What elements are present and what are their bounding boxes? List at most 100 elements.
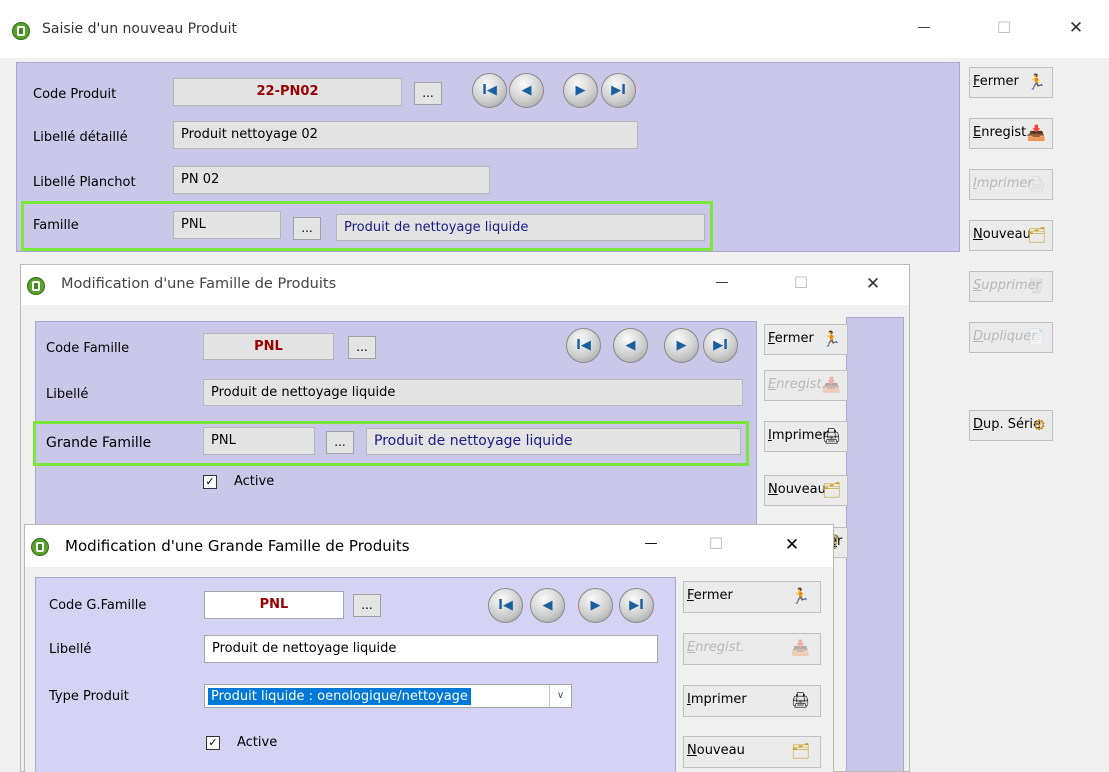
printer-icon: 🖨 — [821, 427, 841, 445]
new-folder-icon: 🗂 — [790, 742, 810, 760]
libelle-planchot-field[interactable]: PN 02 — [173, 166, 490, 194]
fermer-label: Fermer — [973, 74, 1019, 89]
nav-prev-button[interactable]: ◀ — [613, 328, 648, 363]
app-icon — [12, 22, 30, 40]
nav-next-button[interactable]: ▶ — [563, 73, 598, 108]
type-produit-selected-value: Produit liquide : oenologique/nettoyage — [208, 688, 471, 705]
libelle-field[interactable]: Produit de nettoyage liquide — [203, 379, 743, 406]
close-button[interactable]: ✕ — [774, 535, 810, 555]
new-folder-icon: 🗂 — [821, 481, 841, 499]
libelle-planchot-label: Libellé Planchot — [33, 175, 136, 190]
nouveau-button[interactable]: Nouveau 🗂 — [764, 475, 848, 506]
minimize-button[interactable]: — — [906, 20, 942, 35]
grande-famille-label: Grande Famille — [46, 435, 152, 451]
window-title: Modification d'une Grande Famille de Pro… — [65, 537, 410, 555]
active-label: Active — [237, 735, 278, 750]
window-title: Modification d'une Famille de Produits — [61, 276, 337, 292]
code-gfamille-field[interactable]: PNL — [204, 591, 344, 619]
save-tray-icon: 📥 — [791, 639, 810, 657]
nav-next-button[interactable]: ▶ — [578, 588, 613, 623]
nav-first-button[interactable]: I◀ — [488, 588, 523, 623]
chevron-down-icon[interactable]: ∨ — [549, 685, 571, 707]
dup-serie-label: Dup. Série — [973, 417, 1041, 432]
new-folder-icon: 🗂 — [1026, 226, 1046, 244]
titlebar: Modification d'une Grande Famille de Pro… — [25, 525, 833, 567]
minimize-button[interactable]: — — [633, 536, 669, 551]
code-produit-label: Code Produit — [33, 87, 117, 102]
delete-icon: 🗑 — [1026, 277, 1046, 295]
type-produit-select[interactable]: Produit liquide : oenologique/nettoyage … — [204, 684, 572, 708]
maximize-button[interactable]: ☐ — [698, 534, 734, 553]
code-gfamille-label: Code G.Famille — [49, 598, 147, 613]
fermer-label: Fermer — [687, 588, 733, 603]
imprimer-label: Imprimer — [768, 428, 828, 443]
nouveau-label: Nouveau — [768, 482, 826, 497]
nav-prev-button[interactable]: ◀ — [530, 588, 565, 623]
enregist-label: Enregist. — [687, 640, 745, 655]
maximize-button[interactable]: ☐ — [783, 273, 819, 292]
nav-next-button[interactable]: ▶ — [664, 328, 699, 363]
enregist-button[interactable]: Enregist. 📥 — [969, 118, 1053, 149]
grande-famille-code-field[interactable]: PNL — [203, 427, 315, 455]
libelle-detaille-label: Libellé détaillé — [33, 130, 128, 145]
code-gfamille-lookup-button[interactable]: ... — [353, 594, 381, 617]
famille-desc-field: Produit de nettoyage liquide — [336, 214, 705, 241]
imprimer-button[interactable]: Imprimer 🖨 — [969, 169, 1053, 200]
active-label: Active — [234, 474, 275, 489]
save-tray-icon: 📥 — [822, 376, 841, 394]
enregist-label: Enregist. — [768, 377, 826, 392]
close-button[interactable]: ✕ — [855, 274, 891, 294]
nouveau-button[interactable]: Nouveau 🗂 — [683, 736, 821, 768]
code-famille-label: Code Famille — [46, 341, 130, 356]
enregist-button[interactable]: Enregist. 📥 — [764, 370, 848, 401]
fermer-button[interactable]: Fermer 🏃 — [764, 324, 848, 355]
grande-famille-lookup-button[interactable]: ... — [326, 431, 354, 454]
close-button[interactable]: ✕ — [1058, 18, 1094, 38]
code-produit-lookup-button[interactable]: ... — [414, 82, 442, 105]
active-checkbox[interactable]: ✓ — [206, 736, 220, 750]
libelle-label: Libellé — [46, 387, 89, 402]
minimize-button[interactable]: — — [704, 275, 740, 290]
famille-code-field[interactable]: PNL — [173, 211, 281, 239]
window-title: Saisie d'un nouveau Produit — [42, 21, 237, 37]
running-man-exit-icon: 🏃 — [791, 587, 810, 605]
dup-serie-button[interactable]: Dup. Série ⚙ — [969, 410, 1053, 441]
maximize-button[interactable]: ☐ — [986, 18, 1022, 37]
imprimer-button[interactable]: Imprimer 🖨 — [764, 421, 848, 452]
supprimer-button[interactable]: Supprimer 🗑 — [969, 271, 1053, 302]
dupliquer-button[interactable]: Dupliquer 📄 — [969, 322, 1053, 353]
fermer-label: Fermer — [768, 331, 814, 346]
window-grande-famille-produits: Modification d'une Grande Famille de Pro… — [24, 524, 834, 772]
nav-first-button[interactable]: I◀ — [472, 73, 507, 108]
nouveau-label: Nouveau — [973, 227, 1031, 242]
nav-last-button[interactable]: ▶I — [703, 328, 738, 363]
nav-first-button[interactable]: I◀ — [566, 328, 601, 363]
nav-last-button[interactable]: ▶I — [601, 73, 636, 108]
libelle-label: Libellé — [49, 642, 92, 657]
running-man-exit-icon: 🏃 — [1027, 73, 1046, 91]
enregist-button[interactable]: Enregist. 📥 — [683, 633, 821, 665]
grande-famille-desc-field: Produit de nettoyage liquide — [366, 428, 741, 455]
imprimer-button[interactable]: Imprimer 🖨 — [683, 685, 821, 717]
app-icon — [31, 538, 49, 556]
code-famille-field[interactable]: PNL — [203, 333, 334, 360]
code-famille-lookup-button[interactable]: ... — [348, 336, 376, 359]
libelle-detaille-field[interactable]: Produit nettoyage 02 — [173, 121, 638, 149]
series-icon: ⚙ — [1032, 416, 1046, 434]
nav-prev-button[interactable]: ◀ — [509, 73, 544, 108]
imprimer-label: Imprimer — [973, 176, 1033, 191]
nouveau-button[interactable]: Nouveau 🗂 — [969, 220, 1053, 251]
titlebar: Modification d'une Famille de Produits —… — [21, 265, 909, 305]
famille-lookup-button[interactable]: ... — [293, 217, 321, 240]
nav-last-button[interactable]: ▶I — [619, 588, 654, 623]
fermer-button[interactable]: Fermer 🏃 — [683, 581, 821, 613]
code-produit-field[interactable]: 22-PN02 — [173, 78, 402, 106]
duplicate-icon: 📄 — [1027, 328, 1046, 346]
type-produit-label: Type Produit — [49, 689, 129, 704]
save-tray-icon: 📥 — [1027, 124, 1046, 142]
active-checkbox[interactable]: ✓ — [203, 475, 217, 489]
printer-icon: 🖨 — [1026, 175, 1046, 193]
libelle-field[interactable]: Produit de nettoyage liquide — [204, 635, 658, 663]
fermer-button[interactable]: Fermer 🏃 — [969, 67, 1053, 98]
titlebar: Saisie d'un nouveau Produit — ☐ ✕ — [0, 0, 1109, 58]
